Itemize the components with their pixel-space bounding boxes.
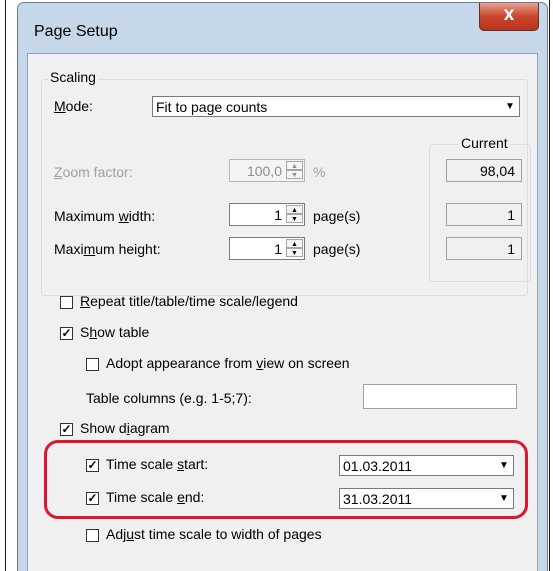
scaling-group-title: Scaling: [48, 69, 98, 85]
current-height-field: 1: [446, 237, 522, 260]
close-button[interactable]: X: [479, 3, 539, 31]
repeat-title-checkbox[interactable]: [60, 296, 73, 309]
current-zoom-field: 98,04: [446, 159, 522, 182]
background-window-edge-right: [549, 0, 550, 571]
current-zoom-value: 98,04: [479, 163, 515, 179]
repeat-title-label: Repeat title/table/time scale/legend: [80, 293, 298, 309]
max-width-value: 1: [274, 207, 282, 223]
mode-select[interactable]: Fit to page counts ▼: [152, 96, 520, 117]
current-width-field: 1: [446, 203, 522, 226]
spin-down-icon[interactable]: ▼: [286, 214, 303, 223]
zoom-factor-spinner: 100,0 ▲ ▼: [229, 159, 305, 182]
chevron-down-icon[interactable]: ▼: [502, 98, 518, 115]
spin-up-icon[interactable]: ▲: [286, 239, 303, 248]
max-width-label: Maximum width:: [54, 208, 156, 224]
max-width-unit: page(s): [313, 208, 361, 224]
table-columns-label: Table columns (e.g. 1-5;7):: [86, 390, 252, 406]
adjust-time-scale-label: Adjust time scale to width of pages: [106, 526, 322, 542]
spin-up-icon[interactable]: ▲: [286, 205, 303, 214]
highlight-annotation: [44, 440, 528, 519]
current-group-title: Current: [459, 135, 510, 151]
mode-select-value: Fit to page counts: [156, 99, 268, 115]
close-icon: X: [503, 8, 515, 24]
max-height-label: Maximum height:: [54, 241, 161, 257]
adjust-time-scale-checkbox[interactable]: [86, 529, 99, 542]
spin-down-icon[interactable]: ▼: [286, 248, 303, 257]
max-height-value: 1: [274, 241, 282, 257]
show-diagram-label: Show diagram: [80, 420, 170, 436]
mode-label: Mode:: [54, 98, 93, 114]
max-height-spinner[interactable]: 1 ▲ ▼: [229, 237, 305, 260]
current-width-value: 1: [507, 207, 515, 223]
max-width-spinner[interactable]: 1 ▲ ▼: [229, 203, 305, 226]
adopt-appearance-checkbox[interactable]: [86, 358, 99, 371]
show-table-label: Show table: [80, 324, 150, 340]
spin-up-icon: ▲: [286, 161, 303, 170]
window-title: Page Setup: [34, 23, 118, 40]
adopt-appearance-label: Adopt appearance from view on screen: [106, 355, 350, 371]
zoom-factor-label: Zoom factor:: [54, 164, 133, 180]
zoom-unit-label: %: [313, 164, 326, 180]
background-window-edge-left: [5, 0, 6, 571]
table-columns-input[interactable]: [363, 384, 517, 409]
show-diagram-checkbox[interactable]: ✓: [60, 423, 73, 436]
spin-down-icon: ▼: [286, 170, 303, 179]
current-height-value: 1: [507, 241, 515, 257]
zoom-factor-value: 100,0: [246, 163, 282, 179]
show-table-checkbox[interactable]: ✓: [60, 327, 73, 340]
max-height-unit: page(s): [313, 241, 361, 257]
